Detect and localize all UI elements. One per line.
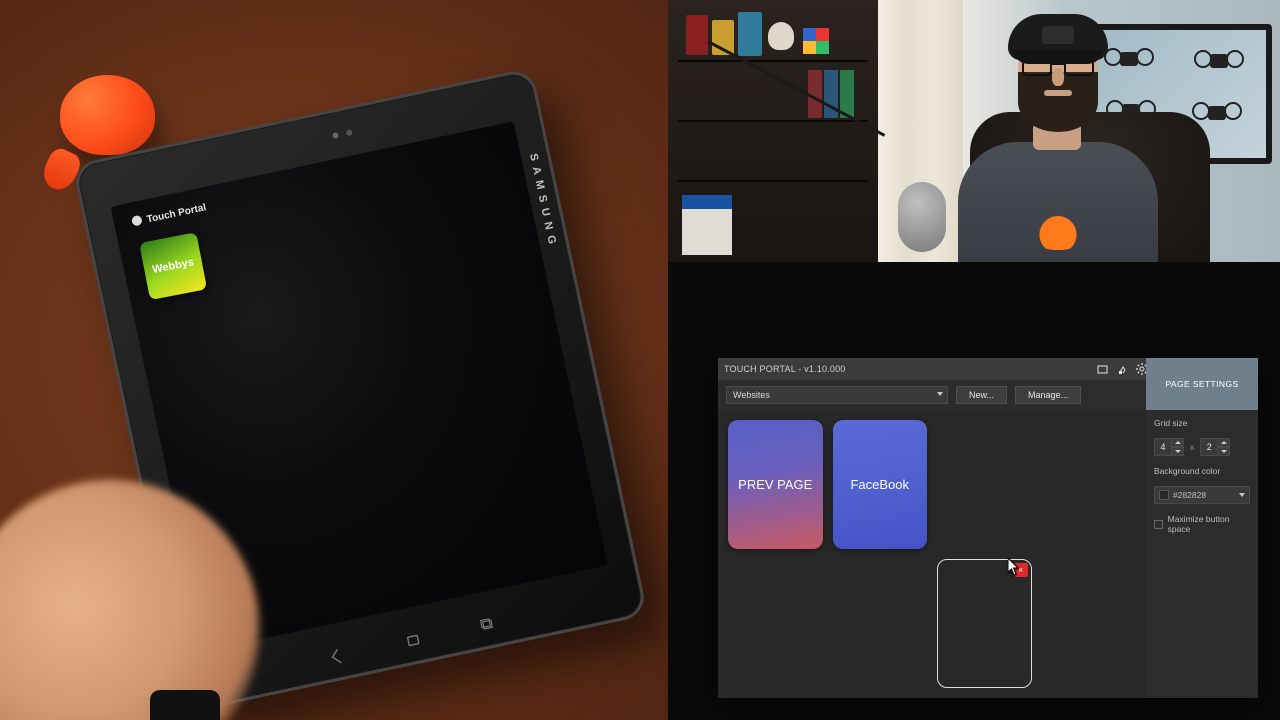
grid-slot[interactable]: FaceBook	[833, 420, 928, 549]
window-title: TOUCH PORTAL - v1.10.000	[724, 364, 846, 374]
maximize-label: Maximize button space	[1168, 514, 1250, 534]
desktop-capture: TOUCH PORTAL - v1.10.000 ?	[668, 262, 1280, 720]
android-home-icon[interactable]	[407, 634, 420, 646]
button-prev-page[interactable]: PREV PAGE	[728, 420, 823, 549]
button-facebook[interactable]: FaceBook	[833, 420, 928, 549]
plugin-icon[interactable]	[1112, 358, 1132, 380]
desk-camera-feed: SAMSUNG Touch Portal Webbys	[0, 0, 668, 720]
tablet-camera-dot	[346, 129, 353, 136]
manage-pages-button[interactable]: Manage...	[1015, 386, 1081, 404]
grid-slot-selected[interactable]: ×	[937, 559, 1032, 688]
grid-slot[interactable]: PREV PAGE	[728, 420, 823, 549]
checkbox-icon	[1154, 520, 1163, 529]
grid-cols-down[interactable]	[1172, 447, 1184, 456]
grid-rows-down[interactable]	[1218, 447, 1230, 456]
page-select-dropdown[interactable]: Websites	[726, 386, 948, 404]
bg-color-value: #282828	[1173, 490, 1206, 500]
bg-color-picker[interactable]: #282828	[1154, 486, 1250, 504]
grid-cols-input[interactable]	[1154, 438, 1172, 456]
page-select-value: Websites	[733, 390, 770, 400]
grid-cols-up[interactable]	[1172, 438, 1184, 447]
android-back-icon[interactable]	[332, 649, 347, 663]
face-camera-feed	[668, 0, 1280, 262]
delete-slot-button[interactable]: ×	[1014, 563, 1028, 577]
grid-size-label: Grid size	[1154, 418, 1250, 428]
button-canvas[interactable]: PREV PAGE FaceBook ×	[718, 410, 1146, 698]
grid-slot[interactable]	[937, 420, 1032, 549]
presenter-watch	[150, 690, 220, 720]
color-swatch-icon	[1159, 490, 1169, 500]
grid-cols-stepper[interactable]	[1154, 438, 1184, 456]
grid-slot[interactable]	[1042, 559, 1137, 688]
grid-size-separator: x	[1190, 442, 1194, 452]
tablet-button-label: Webbys	[151, 256, 195, 276]
touch-portal-window: TOUCH PORTAL - v1.10.000 ?	[718, 358, 1258, 698]
grid-slot[interactable]	[728, 559, 823, 688]
tablet-app-title: Touch Portal	[131, 201, 207, 228]
new-page-button[interactable]: New...	[956, 386, 1007, 404]
chevron-down-icon	[937, 392, 943, 396]
maximize-button-space-checkbox[interactable]: Maximize button space	[1154, 514, 1250, 534]
tablet-button-webbys[interactable]: Webbys	[139, 232, 207, 300]
fullscreen-icon[interactable]	[1092, 358, 1112, 380]
grid-slot[interactable]	[833, 559, 928, 688]
grid-rows-input[interactable]	[1200, 438, 1218, 456]
side-panel-header[interactable]: PAGE SETTINGS	[1146, 358, 1258, 410]
android-recent-icon[interactable]	[482, 619, 493, 629]
grid-rows-stepper[interactable]	[1200, 438, 1230, 456]
grid-rows-up[interactable]	[1218, 438, 1230, 447]
grid-slot[interactable]	[1042, 420, 1137, 549]
side-panel: PAGE SETTINGS Grid size x	[1146, 410, 1258, 698]
presenter	[928, 0, 1188, 262]
bg-color-label: Background color	[1154, 466, 1250, 476]
chevron-down-icon	[1239, 493, 1245, 497]
